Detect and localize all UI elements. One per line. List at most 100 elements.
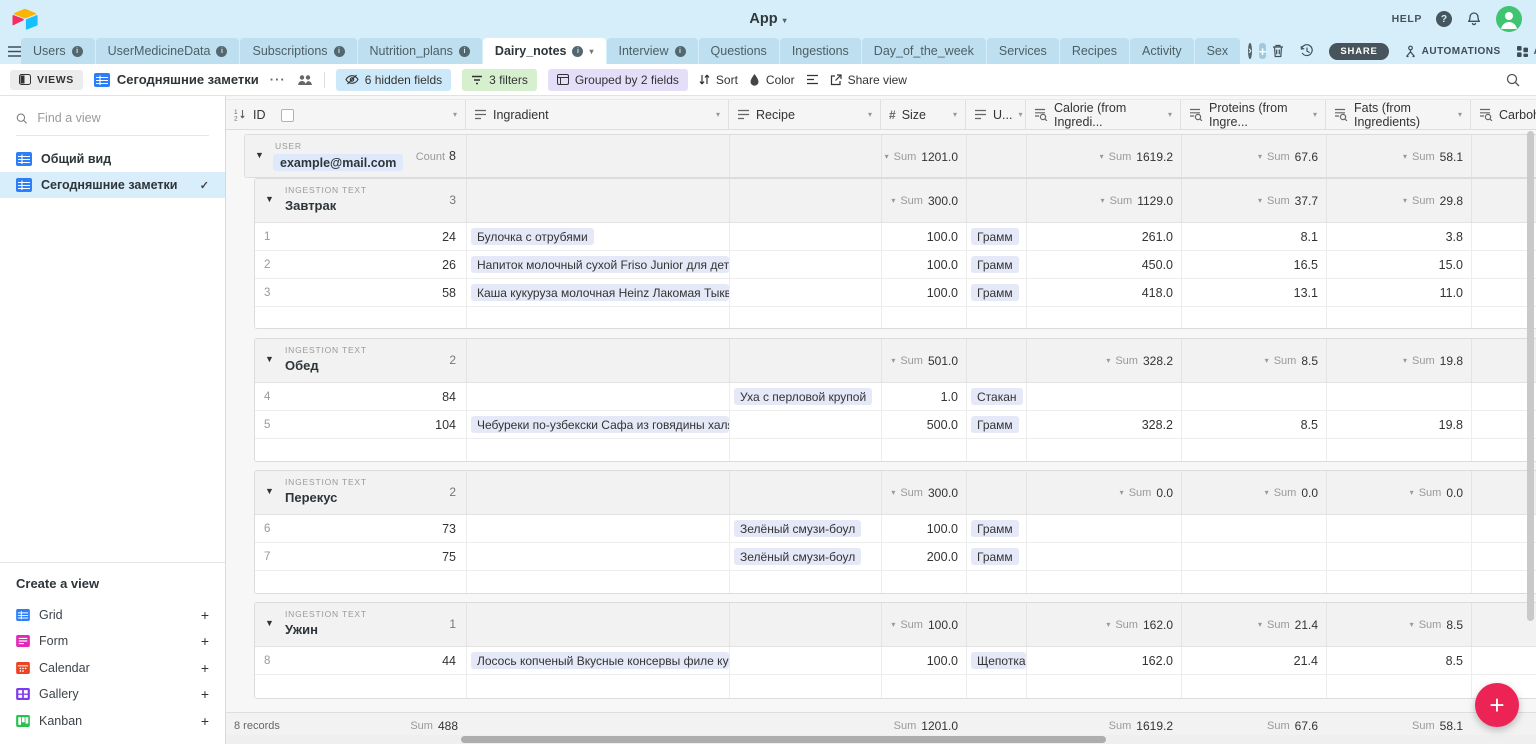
group-sum-size[interactable]: ▾Sum1201.0 <box>882 135 967 178</box>
user-avatar[interactable] <box>1496 6 1522 32</box>
cell-unit[interactable]: Грамм <box>967 543 1027 570</box>
cell-id[interactable]: 484 <box>255 383 467 410</box>
cell-recipe[interactable] <box>730 647 882 674</box>
group-sum-size[interactable]: ▾Sum300.0 <box>882 179 967 222</box>
sidebar-view-segodnyashnie-zametki[interactable]: Сегодняшние заметки ✓ <box>0 172 225 198</box>
find-view-input[interactable] <box>35 110 209 126</box>
cell-calorie[interactable]: 450.0 <box>1027 251 1182 278</box>
cell-ingredient[interactable]: Каша кукуруза молочная Heinz Лакомая Тык… <box>467 279 730 306</box>
cell-id[interactable]: 844 <box>255 647 467 674</box>
cell-id[interactable]: 226 <box>255 251 467 278</box>
cell-ingredient[interactable]: Булочка с отрубями <box>467 223 730 250</box>
group-sum-proteins[interactable]: ▾Sum37.7 <box>1182 179 1327 222</box>
view-menu-dots-icon[interactable]: ··· <box>270 72 286 87</box>
help-question-icon[interactable]: ? <box>1436 11 1452 27</box>
cell-id[interactable]: 5104 <box>255 411 467 438</box>
group-sum-calorie[interactable]: ▾Sum1619.2 <box>1027 135 1182 178</box>
tab-users[interactable]: Usersi <box>21 38 95 64</box>
column-header-id[interactable]: 12 ID ▾ <box>226 100 466 129</box>
user-group-title-cell[interactable]: ▼ USER example@mail.com Count8 <box>245 135 467 178</box>
cell-recipe[interactable] <box>730 279 882 306</box>
cell-recipe[interactable] <box>730 223 882 250</box>
add-row-area[interactable] <box>255 307 1536 329</box>
cell-unit[interactable]: Грамм <box>967 279 1027 306</box>
cell-calorie[interactable] <box>1027 383 1182 410</box>
airtable-logo-icon[interactable] <box>12 8 38 30</box>
cell-unit[interactable]: Щепотка <box>967 647 1027 674</box>
cell-recipe[interactable] <box>730 251 882 278</box>
cell-unit[interactable]: Грамм <box>967 223 1027 250</box>
add-row-area[interactable] <box>255 571 1536 594</box>
cell-calorie[interactable] <box>1027 515 1182 542</box>
group-sum-calorie[interactable]: ▾Sum162.0 <box>1027 603 1182 646</box>
cell-size[interactable]: 100.0 <box>882 279 967 306</box>
cell-calorie[interactable]: 328.2 <box>1027 411 1182 438</box>
cell-id[interactable]: 673 <box>255 515 467 542</box>
tab-nutrition-plans[interactable]: Nutrition_plansi <box>358 38 482 64</box>
cell-calorie[interactable]: 418.0 <box>1027 279 1182 306</box>
cell-proteins[interactable]: 13.1 <box>1182 279 1327 306</box>
vertical-scrollbar[interactable] <box>1527 131 1534 621</box>
column-header-recipe[interactable]: Recipe ▾ <box>729 100 881 129</box>
tab-activity[interactable]: Activity <box>1130 38 1194 64</box>
cell-ingredient[interactable] <box>467 515 730 542</box>
cell-ingredient[interactable]: Лосось копченый Вкусные консервы филе ку… <box>467 647 730 674</box>
cell-proteins[interactable]: 8.5 <box>1182 411 1327 438</box>
cell-size[interactable]: 100.0 <box>882 223 967 250</box>
tab-interview[interactable]: Interviewi <box>607 38 698 64</box>
group-sum-size[interactable]: ▾Sum501.0 <box>882 339 967 382</box>
add-record-button[interactable]: + <box>1475 683 1519 727</box>
cell-recipe[interactable]: Уха с перловой крупой <box>730 383 882 410</box>
group-sum-calorie[interactable]: ▾Sum1129.0 <box>1027 179 1182 222</box>
group-sum-size[interactable]: ▾Sum300.0 <box>882 471 967 514</box>
tab-recipes[interactable]: Recipes <box>1060 38 1129 64</box>
cell-id[interactable]: 124 <box>255 223 467 250</box>
cell-ingredient[interactable]: Напиток молочный сухой Friso Junior для … <box>467 251 730 278</box>
share-view-button[interactable]: Share view <box>830 73 907 87</box>
history-icon[interactable] <box>1299 44 1314 58</box>
row-height-button[interactable] <box>806 74 819 85</box>
tab-scroll-right-icon[interactable]: › <box>1248 43 1252 59</box>
filters-button[interactable]: 3 filters <box>462 69 537 91</box>
cell-carbohydrates[interactable] <box>1472 647 1536 674</box>
cell-proteins[interactable] <box>1182 515 1327 542</box>
column-header-size[interactable]: # Size ▾ <box>881 100 966 129</box>
table-row[interactable]: 484 Уха с перловой крупой 1.0 Стакан <box>255 383 1536 411</box>
cell-unit[interactable]: Грамм <box>967 411 1027 438</box>
group-title-cell[interactable]: ▼ INGESTION TEXT Завтрак 3 <box>255 179 467 222</box>
hidden-fields-button[interactable]: 6 hidden fields <box>336 69 451 91</box>
menu-hamburger-icon[interactable] <box>8 38 21 64</box>
cell-size[interactable]: 500.0 <box>882 411 967 438</box>
cell-recipe[interactable]: Зелёный смузи-боул <box>730 543 882 570</box>
table-row[interactable]: 775 Зелёный смузи-боул 200.0 Грамм <box>255 543 1536 571</box>
plus-icon[interactable]: + <box>201 713 209 729</box>
plus-icon[interactable]: + <box>201 686 209 702</box>
table-row[interactable]: 844 Лосось копченый Вкусные консервы фил… <box>255 647 1536 675</box>
horizontal-scrollbar[interactable] <box>461 736 1106 743</box>
cell-proteins[interactable]: 21.4 <box>1182 647 1327 674</box>
cell-proteins[interactable] <box>1182 543 1327 570</box>
cell-fats[interactable]: 15.0 <box>1327 251 1472 278</box>
trash-icon[interactable] <box>1272 44 1284 58</box>
cell-fats[interactable]: 19.8 <box>1327 411 1472 438</box>
plus-icon[interactable]: + <box>201 660 209 676</box>
collapse-triangle-icon[interactable]: ▼ <box>265 618 274 628</box>
table-row[interactable]: 124 Булочка с отрубями 100.0 Грамм 261.0… <box>255 223 1536 251</box>
tab-subscriptions[interactable]: Subscriptionsi <box>240 38 356 64</box>
column-header-units[interactable]: U... ▾ <box>966 100 1026 129</box>
search-icon[interactable] <box>16 112 27 125</box>
cell-calorie[interactable] <box>1027 543 1182 570</box>
color-button[interactable]: Color <box>749 73 795 87</box>
cell-calorie[interactable]: 162.0 <box>1027 647 1182 674</box>
create-form-view[interactable]: Form + <box>16 628 209 655</box>
cell-calorie[interactable]: 261.0 <box>1027 223 1182 250</box>
views-sidebar-toggle[interactable]: VIEWS <box>10 70 83 90</box>
group-sum-fats[interactable]: ▾Sum58.1 <box>1327 135 1472 178</box>
search-icon[interactable] <box>1506 73 1520 87</box>
cell-id[interactable]: 358 <box>255 279 467 306</box>
cell-fats[interactable]: 8.5 <box>1327 647 1472 674</box>
cell-ingredient[interactable] <box>467 543 730 570</box>
cell-unit[interactable]: Грамм <box>967 251 1027 278</box>
cell-fats[interactable] <box>1327 543 1472 570</box>
group-sum-fats[interactable]: ▾Sum19.8 <box>1327 339 1472 382</box>
